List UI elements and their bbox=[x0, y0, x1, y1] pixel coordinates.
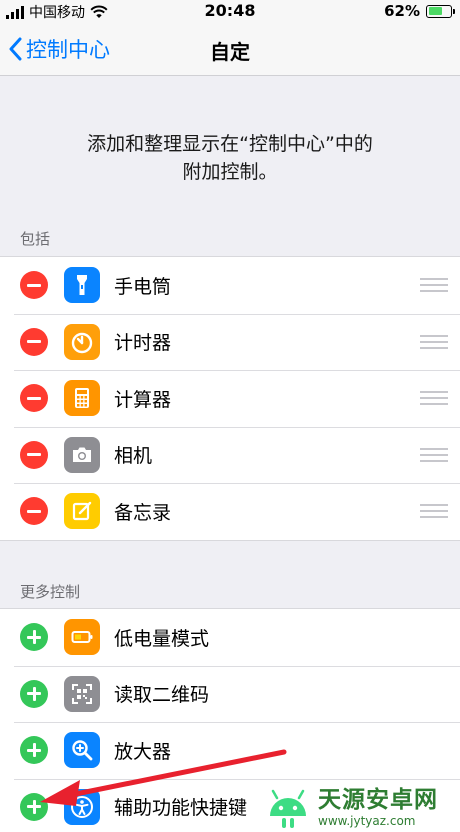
reorder-handle[interactable] bbox=[420, 334, 448, 349]
control-row-timer: 计时器 bbox=[0, 313, 460, 371]
watermark-text: 天源安卓网 www.jytyaz.com bbox=[318, 780, 438, 828]
watermark: 天源安卓网 www.jytyaz.com bbox=[262, 776, 460, 832]
control-label: 读取二维码 bbox=[114, 684, 210, 707]
control-row-notes: 备忘录 bbox=[0, 483, 460, 540]
section-header-included: 包括 bbox=[20, 230, 51, 248]
reorder-handle[interactable] bbox=[420, 278, 448, 293]
control-row-calculator: 计算器 bbox=[0, 370, 460, 427]
magnifier-icon bbox=[64, 732, 100, 769]
control-row-qr-code: 读取二维码 bbox=[0, 665, 460, 723]
accessibility-icon bbox=[64, 788, 100, 825]
status-bar: 中国移动 20:48 62% bbox=[0, 0, 460, 22]
description-line-1: 添加和整理显示在“控制中心”中的 bbox=[87, 133, 373, 155]
android-logo-icon bbox=[270, 789, 306, 828]
add-button[interactable] bbox=[20, 736, 48, 765]
navigation-bar: 控制中心 自定 bbox=[0, 22, 460, 76]
page-title: 自定 bbox=[210, 40, 250, 64]
add-button[interactable] bbox=[20, 679, 48, 708]
camera-icon bbox=[64, 436, 100, 473]
flashlight-icon bbox=[64, 267, 100, 304]
control-label: 相机 bbox=[114, 445, 153, 468]
control-label: 低电量模式 bbox=[114, 627, 210, 650]
control-row-low-power: 低电量模式 bbox=[0, 609, 460, 666]
add-button[interactable] bbox=[20, 792, 48, 821]
timer-icon bbox=[64, 323, 100, 360]
control-label: 备忘录 bbox=[114, 501, 172, 524]
battery-icon bbox=[426, 4, 455, 18]
notes-icon bbox=[64, 493, 100, 530]
remove-button[interactable] bbox=[20, 497, 48, 526]
low-power-icon bbox=[64, 619, 100, 656]
status-right: 62% bbox=[384, 2, 455, 20]
description-text: 添加和整理显示在“控制中心”中的 附加控制。 bbox=[0, 130, 460, 186]
control-label: 手电筒 bbox=[114, 275, 172, 298]
control-row-flashlight: 手电筒 bbox=[0, 257, 460, 314]
control-label: 计算器 bbox=[114, 388, 172, 411]
reorder-handle[interactable] bbox=[420, 391, 448, 406]
qr-code-icon bbox=[64, 675, 100, 712]
remove-button[interactable] bbox=[20, 271, 48, 300]
remove-button[interactable] bbox=[20, 440, 48, 469]
control-row-magnifier: 放大器 bbox=[0, 722, 460, 779]
control-label: 辅助功能快捷键 bbox=[114, 797, 248, 820]
calculator-icon bbox=[64, 380, 100, 417]
control-label: 放大器 bbox=[114, 740, 172, 763]
control-row-camera: 相机 bbox=[0, 426, 460, 484]
description-line-2: 附加控制。 bbox=[182, 161, 278, 183]
remove-button[interactable] bbox=[20, 384, 48, 413]
reorder-handle[interactable] bbox=[420, 447, 448, 462]
remove-button[interactable] bbox=[20, 327, 48, 356]
add-button[interactable] bbox=[20, 623, 48, 652]
control-label: 计时器 bbox=[114, 332, 172, 355]
section-header-more: 更多控制 bbox=[20, 583, 81, 601]
watermark-name: 天源安卓网 bbox=[318, 787, 438, 813]
included-controls-list: 手电筒 计时器 计算器 相机 备忘录 bbox=[0, 256, 460, 541]
battery-percent: 62% bbox=[384, 2, 420, 20]
watermark-url: www.jytyaz.com bbox=[318, 814, 416, 828]
reorder-handle[interactable] bbox=[420, 504, 448, 519]
